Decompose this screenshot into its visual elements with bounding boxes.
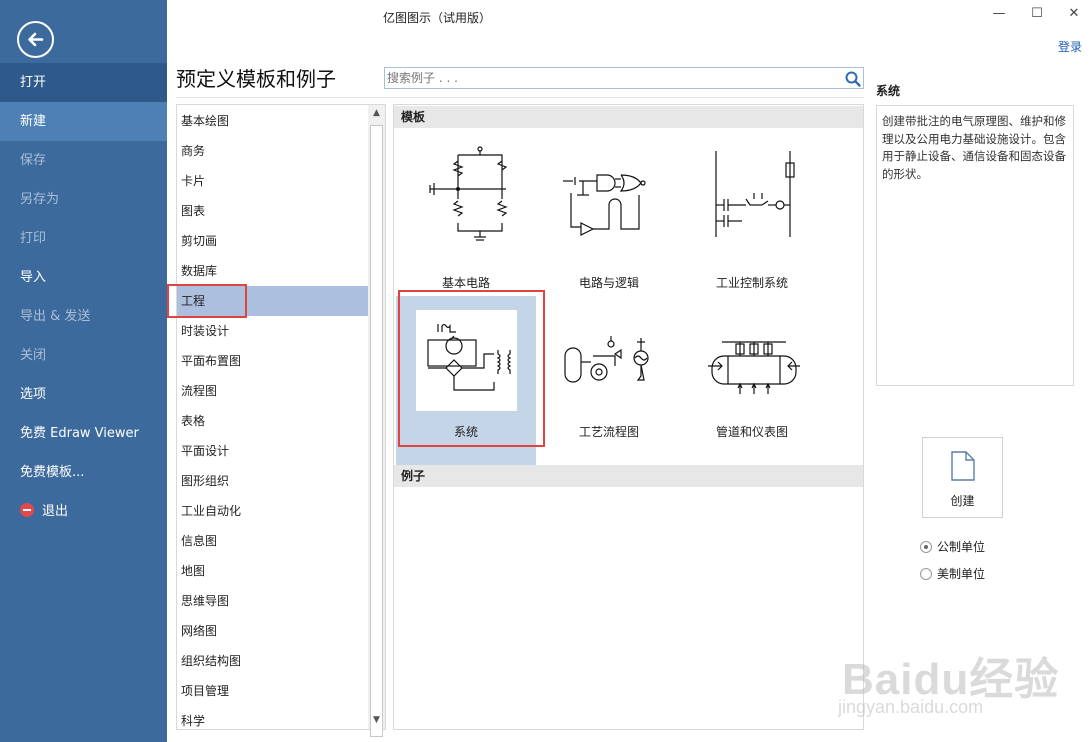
- search-box: [384, 67, 864, 89]
- industrial-control-icon: [715, 151, 795, 237]
- examples-section-header: 例子: [394, 465, 863, 487]
- nav-label: 免费模板...: [20, 465, 85, 480]
- radio-empty-icon: [920, 568, 932, 580]
- nav-export-send[interactable]: 导出 & 发送: [0, 297, 167, 336]
- template-industrial-control[interactable]: 工业控制系统: [682, 131, 822, 301]
- nav-free-templates[interactable]: 免费模板...: [0, 453, 167, 492]
- category-item[interactable]: 时装设计: [177, 316, 368, 346]
- search-input[interactable]: [387, 69, 835, 87]
- nav-label: 导入: [20, 270, 47, 285]
- template-label: 工业控制系统: [715, 276, 788, 290]
- nav-label: 新建: [20, 114, 47, 129]
- metric-units-option[interactable]: 公制单位: [920, 538, 985, 554]
- category-item[interactable]: 项目管理: [177, 676, 368, 706]
- category-item[interactable]: 信息图: [177, 526, 368, 556]
- template-label: 基本电路: [441, 276, 490, 290]
- nav-label: 保存: [20, 153, 47, 168]
- nav-open[interactable]: 打开: [0, 63, 167, 102]
- scroll-down-icon[interactable]: ▼: [368, 712, 385, 729]
- category-item[interactable]: 地图: [177, 556, 368, 586]
- category-item[interactable]: 科学: [177, 706, 368, 729]
- category-scrollbar[interactable]: ▲ ▼: [368, 105, 385, 737]
- nav-label: 打开: [20, 75, 47, 90]
- nav-new[interactable]: 新建: [0, 102, 167, 141]
- category-item[interactable]: 商务: [177, 136, 368, 166]
- template-label: 工艺流程图: [578, 425, 639, 439]
- watermark: Baidu经验 jingyan.baidu.com: [832, 625, 1082, 735]
- category-item[interactable]: 数据库: [177, 256, 368, 286]
- nav-save[interactable]: 保存: [0, 141, 167, 180]
- nav-import[interactable]: 导入: [0, 258, 167, 297]
- template-basic-circuit[interactable]: 基本电路: [396, 131, 536, 301]
- process-flow-icon: [564, 336, 649, 383]
- category-list: 基本绘图 商务 卡片 图表 剪切画 数据库 工程 时装设计 平面布置图 流程图 …: [176, 104, 386, 730]
- template-process-flow[interactable]: 工艺流程图: [539, 296, 679, 466]
- category-item[interactable]: 图表: [177, 196, 368, 226]
- new-document-icon: [951, 451, 975, 481]
- piping-instrument-icon: [708, 341, 800, 394]
- radio-selected-icon: [920, 541, 932, 553]
- exit-icon: [20, 503, 34, 517]
- nav-print[interactable]: 打印: [0, 219, 167, 258]
- templates-section-header: 模板: [394, 106, 863, 128]
- category-item[interactable]: 平面设计: [177, 436, 368, 466]
- nav-label: 另存为: [20, 192, 60, 207]
- back-arrow-icon: [28, 32, 44, 47]
- nav-label: 退出: [42, 504, 69, 519]
- maximize-button[interactable]: ☐: [1029, 6, 1045, 22]
- category-item[interactable]: 网络图: [177, 616, 368, 646]
- template-label: 管道和仪表图: [715, 425, 788, 439]
- category-item[interactable]: 思维导图: [177, 586, 368, 616]
- scroll-thumb[interactable]: [370, 125, 383, 737]
- radio-label: 美制单位: [937, 567, 986, 581]
- template-label: 电路与逻辑: [578, 276, 639, 290]
- category-item[interactable]: 表格: [177, 406, 368, 436]
- radio-label: 公制单位: [937, 540, 986, 554]
- nav-close[interactable]: 关闭: [0, 336, 167, 375]
- nav-label: 选项: [20, 387, 47, 402]
- category-highlight-box: [167, 284, 247, 318]
- circuit-logic-icon: [563, 174, 646, 236]
- close-button[interactable]: ✕: [1066, 6, 1082, 22]
- category-item[interactable]: 基本绘图: [177, 106, 368, 136]
- back-button[interactable]: [17, 21, 54, 58]
- nav-save-as[interactable]: 另存为: [0, 180, 167, 219]
- watermark-url: jingyan.baidu.com: [838, 697, 984, 717]
- category-item[interactable]: 工业自动化: [177, 496, 368, 526]
- category-item[interactable]: 组织结构图: [177, 646, 368, 676]
- app-window: 打开 新建 保存 另存为 打印 导入 导出 & 发送 关闭 选项 免费 Edra…: [0, 0, 1089, 742]
- create-label: 创建: [950, 494, 975, 508]
- nav-label: 免费 Edraw Viewer: [20, 426, 139, 441]
- backstage-nav: 打开 新建 保存 另存为 打印 导入 导出 & 发送 关闭 选项 免费 Edra…: [0, 0, 167, 742]
- category-item[interactable]: 剪切画: [177, 226, 368, 256]
- window-title: 亿图图示（试用版）: [382, 11, 491, 25]
- nav-label: 导出 & 发送: [20, 309, 91, 324]
- basic-circuit-icon: [429, 146, 508, 241]
- nav-label: 打印: [20, 231, 47, 246]
- nav-exit[interactable]: 退出: [0, 492, 167, 531]
- category-item[interactable]: 卡片: [177, 166, 368, 196]
- category-item[interactable]: 流程图: [177, 376, 368, 406]
- nav-options[interactable]: 选项: [0, 375, 167, 414]
- create-button[interactable]: 创建: [922, 437, 1003, 518]
- us-units-option[interactable]: 美制单位: [920, 565, 985, 581]
- template-circuit-logic[interactable]: 电路与逻辑: [539, 131, 679, 301]
- login-link[interactable]: 登录: [1058, 38, 1082, 55]
- divider: [176, 97, 864, 98]
- scroll-up-icon[interactable]: ▲: [368, 105, 385, 122]
- details-title: 系统: [876, 84, 901, 98]
- page-title: 预定义模板和例子: [176, 67, 336, 91]
- template-highlight-box: [398, 290, 545, 447]
- details-description: 创建带批注的电气原理图、维护和修理以及公用电力基础设施设计。包含用于静止设备、通…: [876, 105, 1074, 386]
- nav-free-viewer[interactable]: 免费 Edraw Viewer: [0, 414, 167, 453]
- minimize-button[interactable]: —: [991, 6, 1007, 22]
- template-piping-instrument[interactable]: 管道和仪表图: [682, 296, 822, 466]
- nav-label: 关闭: [20, 348, 47, 363]
- category-item[interactable]: 平面布置图: [177, 346, 368, 376]
- search-icon[interactable]: [844, 70, 862, 88]
- category-item[interactable]: 图形组织: [177, 466, 368, 496]
